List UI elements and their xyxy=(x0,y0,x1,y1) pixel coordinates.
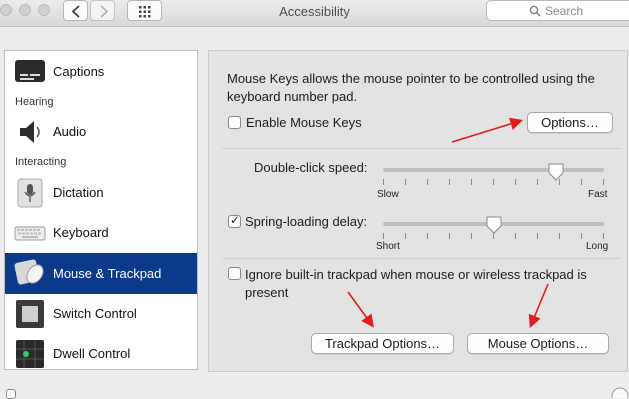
window-footer xyxy=(0,384,629,399)
help-icon[interactable] xyxy=(610,386,629,398)
arrow-to-trackpad-options xyxy=(347,291,374,328)
annotation-arrows xyxy=(347,117,549,328)
footer-checkbox[interactable] xyxy=(6,389,16,399)
arrow-to-options xyxy=(451,117,524,143)
arrow-to-mouse-options xyxy=(528,283,549,328)
